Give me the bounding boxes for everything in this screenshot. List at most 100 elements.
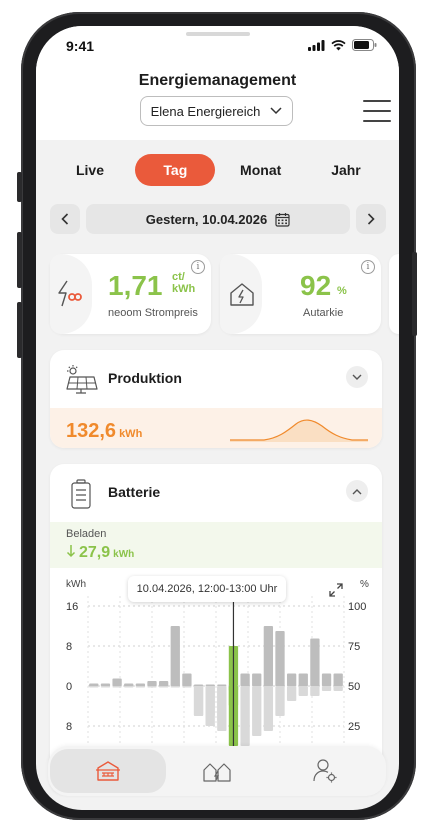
autarky-unit: % — [337, 285, 347, 297]
y-tick-label-right: 100 — [348, 601, 366, 613]
charged-unit: kWh — [113, 549, 135, 560]
info-icon[interactable]: i — [191, 260, 205, 274]
info-icon[interactable]: i — [361, 260, 375, 274]
tab-live[interactable]: Live — [50, 154, 130, 186]
hamburger-menu-button[interactable] — [363, 100, 391, 122]
autarky-label: Autarkie — [303, 307, 344, 319]
mute-switch — [17, 172, 22, 202]
menu-line — [363, 100, 391, 102]
battery-collapse-button[interactable] — [346, 480, 368, 502]
chart-tooltip: 10.04.2026, 12:00-13:00 Uhr — [128, 576, 286, 602]
battery-charged-summary: Beladen 27,9 kWh — [50, 522, 382, 568]
chart-bar — [333, 684, 343, 686]
account-name: Elena Energiereich — [150, 103, 261, 119]
chart-bar — [275, 686, 285, 716]
chart-bar — [158, 686, 169, 688]
previous-day-button[interactable] — [50, 204, 80, 234]
bottom-navigation — [48, 746, 386, 796]
chart-bar — [170, 684, 180, 686]
chart-bar — [310, 684, 320, 686]
tab-tag[interactable]: Tag — [135, 154, 216, 186]
date-label: Gestern, 10.04.2026 — [145, 211, 268, 227]
y-tick-label-right: 75 — [348, 641, 360, 653]
home-energy-icon — [203, 763, 231, 782]
tab-jahr[interactable]: Jahr — [306, 154, 386, 186]
chart-bar — [112, 686, 122, 688]
nav-item-dashboard[interactable] — [93, 756, 123, 786]
next-day-button[interactable] — [356, 204, 386, 234]
chart-bar — [252, 684, 262, 686]
menu-line — [363, 120, 391, 122]
chart-bar — [100, 686, 111, 688]
chart-bar — [100, 684, 111, 686]
chart-bar — [135, 684, 146, 686]
chart-bar — [193, 686, 204, 716]
date-picker-button[interactable]: Gestern, 10.04.2026 — [86, 204, 350, 234]
charged-label: Beladen — [66, 528, 107, 540]
production-number: 132,6 — [66, 420, 117, 442]
chart-bar — [263, 686, 274, 731]
chevron-right-icon — [367, 213, 375, 225]
chart-bar — [310, 686, 320, 696]
production-unit: kWh — [119, 428, 143, 440]
production-expand-button[interactable] — [346, 366, 368, 388]
chart-bar — [217, 686, 227, 731]
chart-bar — [124, 684, 134, 686]
chart-bar — [193, 684, 204, 686]
power-button — [412, 252, 417, 336]
expand-icon[interactable] — [328, 582, 344, 598]
autarky-value: 92 — [300, 270, 332, 301]
account-selector[interactable]: Elena Energiereich — [140, 96, 293, 126]
chart-bar — [240, 673, 250, 686]
price-kpi-card[interactable]: 1,71 ct/ kWh neoom Strompreis i — [50, 254, 211, 334]
chart-bar — [112, 684, 122, 686]
chevron-left-icon — [61, 213, 69, 225]
chart-bar — [170, 626, 180, 686]
autarky-kpi-card[interactable]: 92 % Autarkie i — [220, 254, 381, 334]
chart-bar — [170, 686, 180, 688]
chart-bar — [263, 626, 274, 686]
price-label: neoom Strompreis — [108, 307, 198, 319]
chart-bar — [135, 686, 146, 688]
nav-item-profile[interactable] — [310, 756, 340, 786]
menu-line — [363, 110, 391, 112]
calendar-icon — [275, 212, 290, 227]
chart-bar — [333, 686, 343, 691]
chart-bar — [158, 684, 169, 686]
y-tick-label-left: 16 — [66, 601, 78, 613]
chart-bar — [182, 684, 192, 686]
price-unit-bottom: kWh — [172, 283, 196, 295]
dynamic-island — [186, 32, 250, 36]
chart-bar — [286, 686, 297, 701]
nav-item-energy[interactable] — [202, 756, 232, 786]
chart-bar — [205, 686, 215, 726]
battery-icon — [352, 39, 377, 51]
chart-bar — [240, 686, 250, 746]
status-time: 9:41 — [66, 38, 95, 54]
chevron-down-icon — [270, 107, 282, 115]
production-value: 132,6 kWh — [66, 420, 142, 443]
y-tick-label-left: 8 — [66, 721, 72, 733]
chart-bar — [240, 684, 250, 686]
production-summary: 132,6 kWh — [50, 408, 382, 448]
production-sparkline — [230, 419, 368, 442]
next-kpi-card-peek[interactable] — [389, 254, 399, 334]
chart-bar — [147, 684, 157, 686]
y-axis-left-label: kWh — [66, 579, 86, 590]
y-tick-label-left: 8 — [66, 641, 72, 653]
tab-monat[interactable]: Monat — [221, 154, 301, 186]
status-bar: 9:41 — [36, 26, 399, 66]
chart-bar — [182, 673, 192, 686]
volume-down-button — [17, 302, 22, 358]
period-controls: Live Tag Monat Jahr Gestern, 10.04.2026 — [36, 140, 399, 260]
chart-bar — [263, 684, 274, 686]
y-tick-label-right: 25 — [348, 721, 360, 733]
battery-title: Batterie — [108, 484, 161, 500]
production-title: Produktion — [108, 370, 182, 386]
chart-bar — [252, 673, 262, 686]
solar-panel-icon — [66, 365, 98, 394]
chevron-down-icon — [352, 374, 362, 380]
user-settings-icon — [313, 759, 337, 783]
chevron-up-icon — [352, 488, 362, 494]
production-card: Produktion 132,6 kWh — [50, 350, 382, 448]
